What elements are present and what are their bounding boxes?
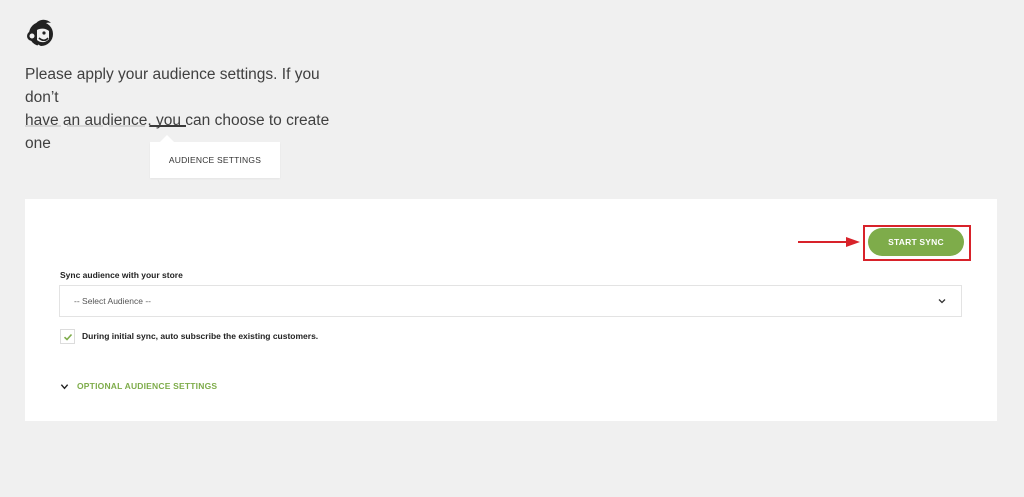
checkmark-icon xyxy=(63,333,72,341)
step-tooltip: AUDIENCE SETTINGS xyxy=(150,135,280,178)
step-tooltip-label: AUDIENCE SETTINGS xyxy=(168,155,262,165)
chevron-down-icon xyxy=(938,299,946,304)
red-arrow-icon xyxy=(798,237,860,247)
chevron-down-icon xyxy=(60,383,69,389)
audience-select[interactable]: -- Select Audience -- xyxy=(59,285,962,317)
step-4-active xyxy=(150,125,186,127)
step-1 xyxy=(25,125,61,127)
auto-subscribe-label: During initial sync, auto subscribe the … xyxy=(82,331,319,341)
start-sync-button[interactable]: START SYNC xyxy=(868,228,964,256)
auto-subscribe-checkbox[interactable] xyxy=(60,329,75,344)
optional-audience-settings-label: OPTIONAL AUDIENCE SETTINGS xyxy=(77,381,218,391)
sync-audience-label: Sync audience with your store xyxy=(60,270,183,280)
mailchimp-logo-icon xyxy=(27,19,53,48)
intro-line-1: Please apply your audience settings. If … xyxy=(25,66,320,106)
step-3 xyxy=(109,125,145,127)
audience-select-value: -- Select Audience -- xyxy=(74,296,152,306)
optional-audience-settings-toggle[interactable]: OPTIONAL AUDIENCE SETTINGS xyxy=(60,380,217,392)
step-2 xyxy=(67,125,103,127)
